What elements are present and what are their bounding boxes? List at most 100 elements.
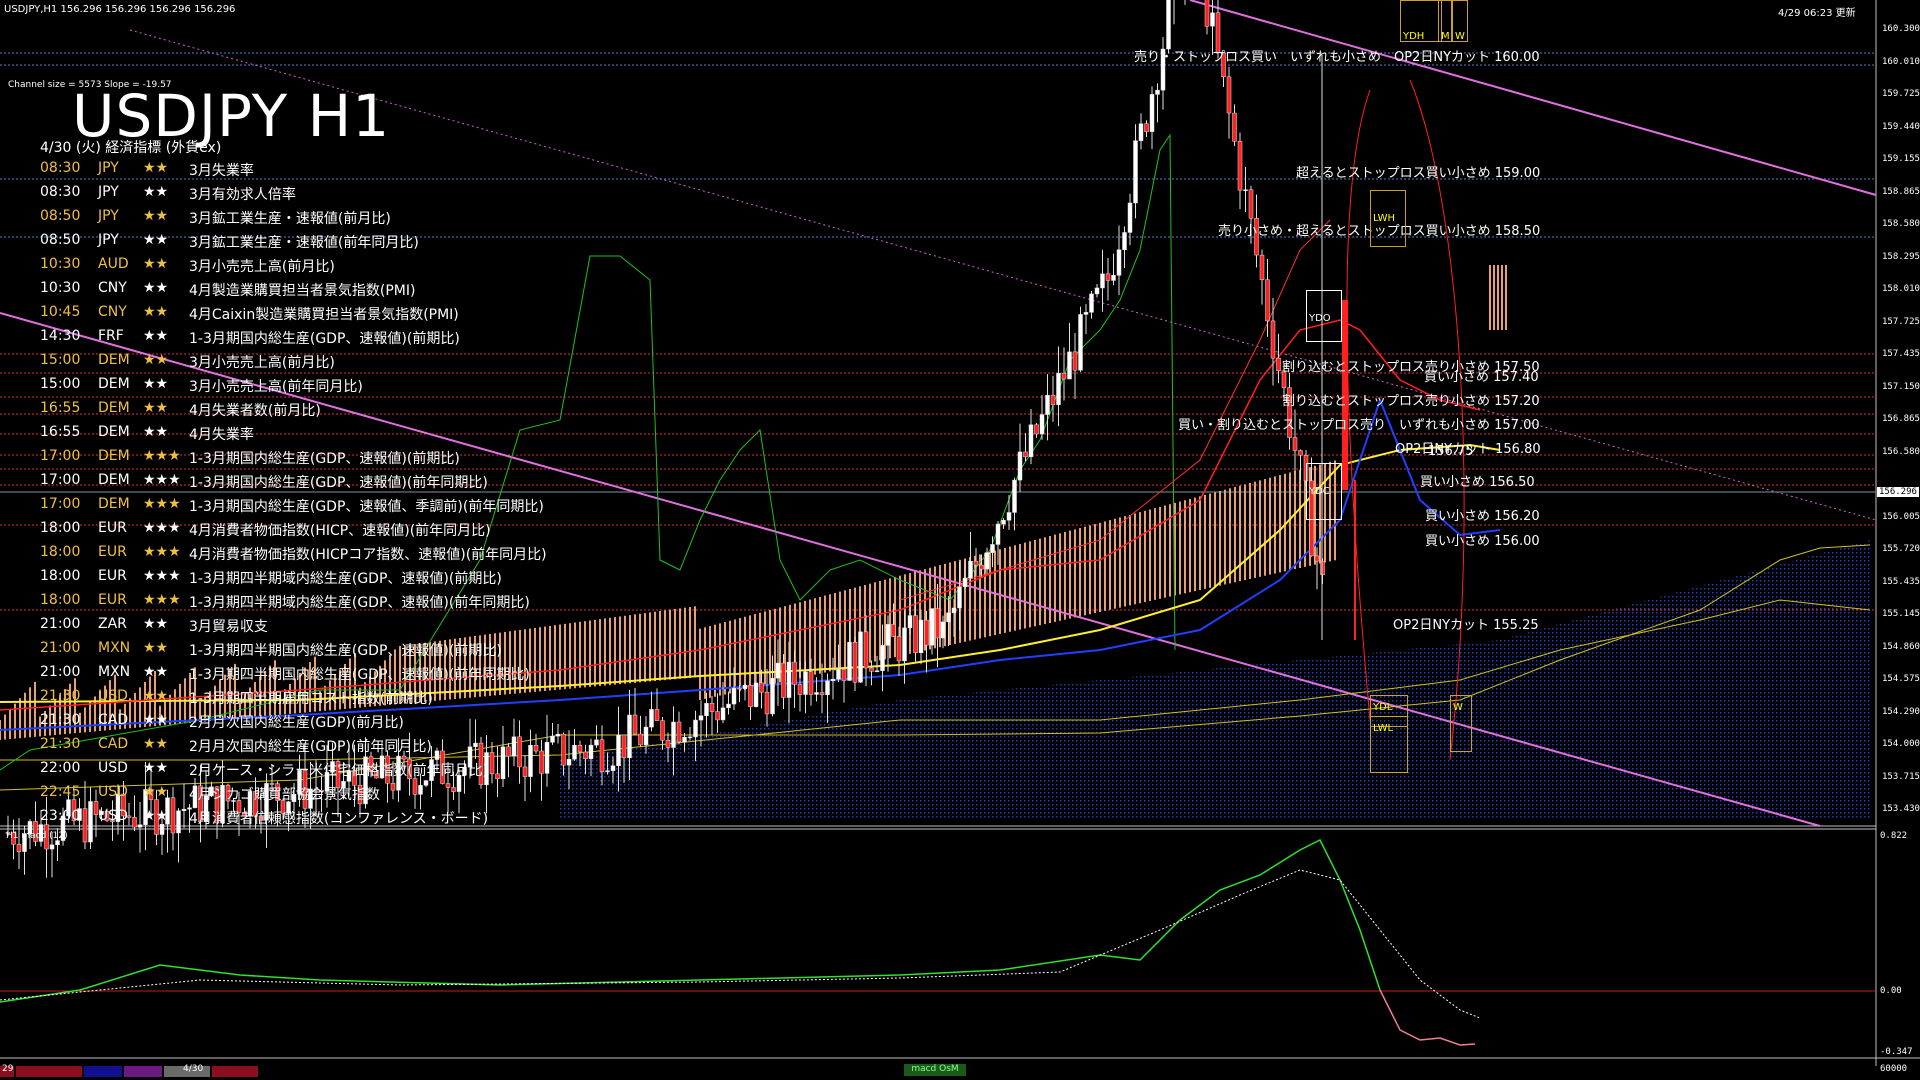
event-time: 08:30 <box>40 160 81 176</box>
event-name: 4月失業率 <box>189 427 254 443</box>
candle-body <box>1204 0 1210 27</box>
symbol-info: USDJPY,H1 156.296 156.296 156.296 156.29… <box>4 4 236 15</box>
event-stars: ★★ <box>143 208 169 224</box>
event-currency: ZAR <box>98 616 127 632</box>
candle-body <box>616 734 621 766</box>
candle-body <box>643 726 649 746</box>
event-stars: ★★ <box>143 808 169 824</box>
candle-body <box>517 736 522 768</box>
event-time: 16:55 <box>40 424 81 440</box>
candle-body <box>489 752 495 775</box>
candle-body <box>759 682 764 693</box>
candle-body <box>1039 414 1045 435</box>
event-name: 4月消費者信頼感指数(コンファレンス・ボード) <box>189 811 489 827</box>
event-stars: ★★ <box>143 376 169 392</box>
event-currency: CAD <box>98 712 129 728</box>
candle-body <box>1314 555 1320 562</box>
candle-body <box>577 745 583 753</box>
candle-body <box>1045 394 1050 415</box>
event-stars: ★★★ <box>143 520 181 536</box>
candle-body <box>610 765 616 771</box>
candle-body <box>874 670 880 672</box>
candle-body <box>742 685 748 689</box>
candle-body <box>1083 312 1089 315</box>
event-currency: DEM <box>98 424 130 440</box>
price-axis-label: 156.580 <box>1882 446 1920 457</box>
candle-body <box>418 785 423 795</box>
range-box-label: LWL <box>1373 723 1394 734</box>
candle-body <box>1050 394 1056 406</box>
candle-body <box>533 744 539 752</box>
price-axis-label: 158.865 <box>1882 186 1920 197</box>
event-currency: EUR <box>98 520 127 536</box>
event-name: 3月鉱工業生産・速報値(前年同月比) <box>189 235 419 251</box>
candle-body <box>1259 254 1265 280</box>
price-axis-label: 155.435 <box>1882 576 1920 587</box>
event-currency: DEM <box>98 376 130 392</box>
candle-body <box>781 662 786 698</box>
candle-body <box>137 824 143 828</box>
event-currency: MXN <box>98 640 131 656</box>
candle-body <box>731 687 737 705</box>
candle-body <box>803 671 808 695</box>
candle-body <box>1243 189 1248 191</box>
candle-body <box>550 735 555 743</box>
price-axis-label: 159.440 <box>1882 121 1920 132</box>
candle-body <box>676 721 682 743</box>
candle-body <box>649 709 654 728</box>
candle-body <box>176 810 181 834</box>
candle-body <box>792 661 797 685</box>
event-name: 4月消費者物価指数(HICPコア指数、速報値)(前年同月比) <box>189 547 547 563</box>
event-time: 17:00 <box>40 472 81 488</box>
indicator-tab[interactable]: macd OsM <box>904 1064 966 1076</box>
event-time: 21:30 <box>40 688 81 704</box>
candle-body <box>1155 89 1160 95</box>
price-axis-label: 159.725 <box>1882 89 1920 99</box>
event-stars: ★★ <box>143 640 169 656</box>
event-stars: ★★★ <box>143 472 181 488</box>
candle-body <box>654 709 660 721</box>
event-name: 1-3月期四半期国内総生産(GDP、速報値)(前年同期比) <box>189 667 530 683</box>
event-stars: ★★ <box>143 160 169 176</box>
candle-body <box>539 750 544 774</box>
bottom-right-value: 60000 <box>1880 1064 1908 1074</box>
candle-body <box>1078 314 1083 371</box>
event-time: 14:30 <box>40 328 81 344</box>
candle-body <box>1072 351 1078 371</box>
candle-body <box>1292 437 1298 451</box>
event-currency: EUR <box>98 592 127 608</box>
event-time: 10:45 <box>40 304 81 320</box>
event-time: 23:00 <box>40 808 81 824</box>
candle-body <box>896 636 902 662</box>
event-stars: ★★★ <box>143 448 181 464</box>
candle-body <box>1067 351 1072 380</box>
event-stars: ★★ <box>143 664 169 680</box>
candle-body <box>1237 140 1243 191</box>
candle-body <box>599 739 605 772</box>
macd-axis-top: 0.822 <box>1880 831 1908 841</box>
event-stars: ★★ <box>143 256 169 272</box>
price-axis-label: 158.010 <box>1882 284 1920 294</box>
event-stars: ★★ <box>143 760 169 776</box>
candle-body <box>704 703 709 716</box>
candle-body <box>808 671 814 695</box>
candle-body <box>544 742 550 774</box>
candle-body <box>814 692 819 695</box>
candle-body <box>522 766 528 777</box>
candle-body <box>830 678 836 682</box>
event-stars: ★★★ <box>143 544 181 560</box>
candle-body <box>687 736 693 739</box>
candle-body <box>1001 520 1006 525</box>
level-label: OP2日NYカット 155.25 <box>1393 618 1539 633</box>
candle-body <box>1094 287 1100 295</box>
event-stars: ★★★ <box>143 496 181 512</box>
price-axis-label: 153.715 <box>1882 771 1920 782</box>
price-chart[interactable] <box>0 0 1920 1080</box>
candle-body <box>55 840 60 845</box>
event-name: 3月失業率 <box>189 163 254 179</box>
range-box-label: M <box>1441 31 1450 42</box>
event-currency: CAD <box>98 736 129 752</box>
chart-window[interactable]: USDJPY,H1 156.296 156.296 156.296 156.29… <box>0 0 1920 1080</box>
candle-body <box>588 744 594 760</box>
event-currency: USD <box>98 784 128 800</box>
